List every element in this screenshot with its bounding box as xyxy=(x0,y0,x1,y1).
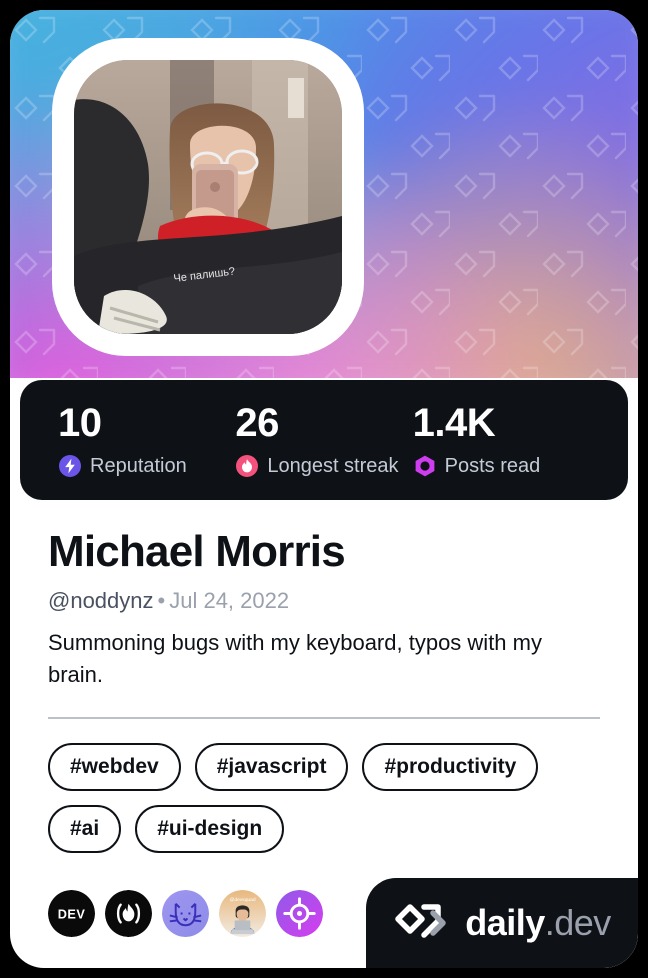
svg-text:@devsquad: @devsquad xyxy=(229,897,255,903)
tag-item[interactable]: #javascript xyxy=(194,742,349,791)
target-badge[interactable] xyxy=(276,890,323,937)
logo-text-primary: daily xyxy=(465,902,545,943)
cat-badge[interactable] xyxy=(162,890,209,937)
profile-card: Че палишь? 10 Reputation 26 Longest stre… xyxy=(10,10,638,968)
stat-label-row: Posts read xyxy=(413,454,590,478)
flame-parens-icon xyxy=(105,890,152,937)
stat-longest-streak: 26 Longest streak xyxy=(235,380,412,500)
stat-posts-read: 1.4K Posts read xyxy=(413,380,590,500)
stat-label: Posts read xyxy=(444,454,541,477)
stat-label: Longest streak xyxy=(267,454,399,477)
stat-value: 10 xyxy=(58,400,102,445)
dailydev-logo-mark-icon xyxy=(395,904,446,938)
profile-join-date: Jul 24, 2022 xyxy=(169,588,290,614)
pixel-cat-icon xyxy=(162,890,209,937)
stats-bar: 10 Reputation 26 Longest streak 1.4K Pos… xyxy=(20,380,628,500)
stat-label-row: Reputation xyxy=(58,454,235,478)
stat-reputation: 10 Reputation xyxy=(58,380,235,500)
tag-item[interactable]: #ui-design xyxy=(135,804,285,853)
streak-badge[interactable] xyxy=(105,890,152,937)
dev-logo-icon: DEV xyxy=(48,890,95,937)
dailydev-logo: daily.dev xyxy=(366,878,638,968)
ring-icon xyxy=(415,455,435,476)
badge-list: DEV @devsquad xyxy=(48,890,323,937)
logo-text: daily.dev xyxy=(465,905,611,941)
stat-value: 26 xyxy=(235,400,279,445)
profile-body: Michael Morris @noddynz • Jul 24, 2022 Sum… xyxy=(10,500,638,853)
divider xyxy=(48,716,600,719)
profile-bio: Summoning bugs with my keyboard, typos w… xyxy=(48,629,542,687)
stat-label: Reputation xyxy=(90,454,187,477)
meta-separator: • xyxy=(157,588,166,614)
tag-list: #webdev #javascript #productivity #ai #u… xyxy=(48,742,600,853)
avatar: Че палишь? xyxy=(52,38,364,356)
stat-value: 1.4K xyxy=(412,400,496,445)
page-title: Michael Morris xyxy=(48,527,346,576)
avatar-badge[interactable]: @devsquad xyxy=(219,890,266,937)
tag-item[interactable]: #webdev xyxy=(48,742,181,791)
profile-banner: Че палишь? xyxy=(10,10,638,378)
tag-item[interactable]: #ai xyxy=(48,804,122,853)
logo-text-secondary: .dev xyxy=(544,902,612,943)
person-laptop-icon: @devsquad xyxy=(219,890,266,937)
tag-item[interactable]: #productivity xyxy=(362,742,539,791)
dev-badge[interactable]: DEV xyxy=(48,890,95,937)
flame-icon xyxy=(236,454,259,477)
user-avatar-photo-icon: Че палишь? xyxy=(74,60,342,334)
stat-label-row: Longest streak xyxy=(235,454,412,478)
crosshair-target-icon xyxy=(276,890,323,937)
svg-text:DEV: DEV xyxy=(58,906,86,921)
profile-meta: @noddynz • Jul 24, 2022 xyxy=(48,588,600,614)
profile-handle: @noddynz xyxy=(48,588,154,614)
bolt-icon xyxy=(59,454,81,477)
